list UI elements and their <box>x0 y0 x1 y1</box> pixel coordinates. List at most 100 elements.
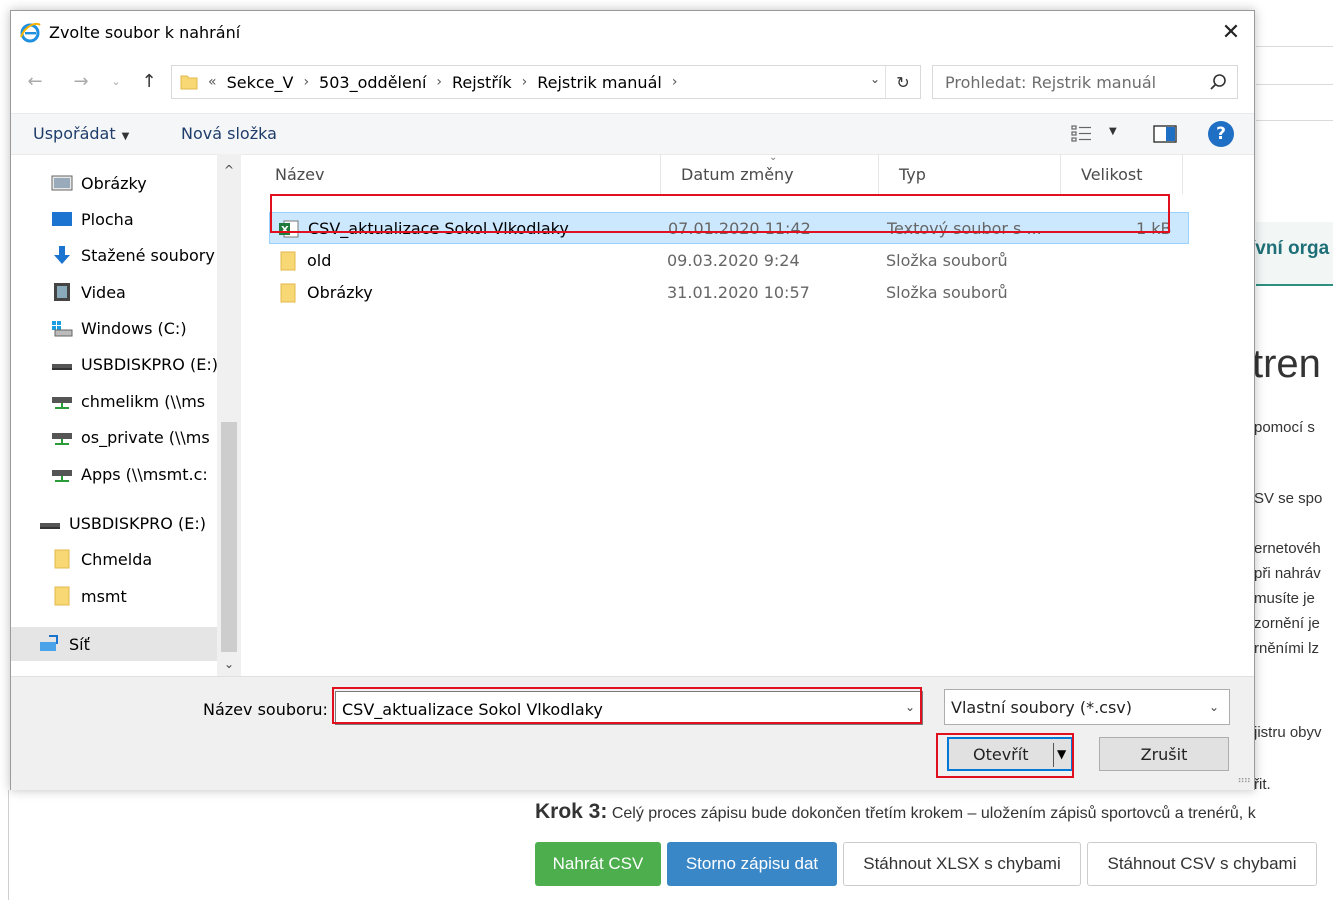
internet-explorer-icon <box>20 22 41 43</box>
chevron-right-icon[interactable]: › <box>522 74 528 90</box>
step3-text: Krok 3: Celý proces zápisu bude dokončen… <box>535 800 1256 824</box>
navigation-tree: Obrázky Plocha Stažené soubory Videa Win… <box>11 154 241 676</box>
arrow-left-icon: ← <box>27 70 43 92</box>
file-type: Složka souborů <box>886 283 1008 302</box>
file-size: 1 kB <box>1136 219 1172 238</box>
tree-item-label: USBDISKPRO (E:) <box>81 354 218 374</box>
windows-drive-icon <box>52 321 73 337</box>
scroll-down-icon[interactable]: ⌄ <box>217 652 241 676</box>
arrow-up-icon: ↑ <box>141 70 157 92</box>
download-icon <box>54 246 70 264</box>
download-csv-errors-button[interactable]: Stáhnout CSV s chybami <box>1087 842 1317 886</box>
bg-text-fragment: ernetovéh <box>1254 540 1321 557</box>
drive-icon <box>40 523 60 529</box>
tree-scrollbar[interactable]: ^ ⌄ <box>217 154 241 676</box>
search-placeholder: Prohledat: Rejstrik manuál <box>945 72 1157 92</box>
column-header-size[interactable]: Velikost <box>1061 154 1183 194</box>
close-button[interactable]: ✕ <box>1208 11 1254 53</box>
navigation-bar: ← → ⌄ ↑ « Sekce_V › 503_oddělení › Rejst… <box>11 61 1254 101</box>
scroll-up-icon[interactable]: ^ <box>217 158 241 182</box>
up-button[interactable]: ↑ <box>135 67 163 95</box>
chevron-right-icon[interactable]: › <box>436 74 442 90</box>
breadcrumb-overflow[interactable]: « <box>208 74 217 90</box>
preview-pane-icon[interactable] <box>1153 125 1177 143</box>
search-icon <box>1210 74 1226 90</box>
forward-button[interactable]: → <box>67 67 95 95</box>
breadcrumb-item[interactable]: 503_oddělení <box>319 73 426 92</box>
close-icon: ✕ <box>1221 19 1241 45</box>
tree-item-label: Windows (C:) <box>81 318 187 338</box>
desktop-icon <box>52 212 72 226</box>
tree-item-label: Obrázky <box>81 173 147 193</box>
column-header-name[interactable]: Název <box>255 154 661 194</box>
split-divider <box>1053 743 1054 767</box>
folder-icon <box>54 586 70 606</box>
caret-down-icon[interactable]: ▼ <box>1057 747 1066 761</box>
scrollbar-thumb[interactable] <box>221 422 237 652</box>
view-dropdown-icon[interactable]: ▼ <box>1109 126 1117 137</box>
arrow-right-icon: → <box>73 70 89 92</box>
breadcrumb-item[interactable]: Rejstrik manuál <box>537 73 662 92</box>
breadcrumb-item[interactable]: Sekce_V <box>227 73 294 92</box>
organize-label: Uspořádat <box>33 124 116 143</box>
cancel-entry-button[interactable]: Storno zápisu dat <box>667 842 837 886</box>
open-button[interactable]: Otevřít ▼ <box>947 737 1073 771</box>
file-list: Název Datum změny Typ Velikost ⌄ X CSV_a… <box>255 152 1240 676</box>
tree-item-label: chmelikm (\\ms <box>81 391 206 411</box>
file-date: 31.01.2020 10:57 <box>667 283 810 302</box>
file-type-filter[interactable]: Vlastní soubory (*.csv) ⌄ <box>944 689 1230 725</box>
command-bar: Uspořádat ▼ Nová složka ▼ ? <box>11 113 1254 155</box>
chevron-down-icon[interactable]: ⌄ <box>905 700 915 714</box>
network-drive-icon <box>52 470 72 482</box>
sort-chevron-icon: ⌄ <box>769 152 778 163</box>
folder-icon <box>280 251 296 271</box>
upload-csv-button[interactable]: Nahrát CSV <box>535 842 661 886</box>
svg-text:X: X <box>281 225 289 236</box>
file-row[interactable]: Obrázky 31.01.2020 10:57 Složka souborů <box>269 277 1189 309</box>
bg-text-fragment: musíte je <box>1254 590 1315 607</box>
refresh-button[interactable]: ↻ <box>885 66 920 98</box>
dialog-title: Zvolte soubor k nahrání <box>49 23 241 42</box>
network-drive-icon <box>52 433 72 445</box>
chevron-right-icon[interactable]: › <box>303 74 309 90</box>
drive-icon <box>52 364 72 370</box>
file-date: 09.03.2020 9:24 <box>667 251 800 270</box>
file-name: Obrázky <box>307 283 373 302</box>
back-button[interactable]: ← <box>21 67 49 95</box>
caret-down-icon: ▼ <box>121 131 130 142</box>
dialog-footer: Název souboru: CSV_aktualizace Sokol Vlk… <box>11 676 1254 790</box>
file-row[interactable]: X CSV_aktualizace Sokol Vlkodlaky 07.01.… <box>269 212 1189 244</box>
organize-menu[interactable]: Uspořádat ▼ <box>33 124 129 143</box>
tree-item-label: Síť <box>69 634 90 654</box>
file-type: Složka souborů <box>886 251 1008 270</box>
dialog-titlebar[interactable]: Zvolte soubor k nahrání ✕ <box>11 11 1254 53</box>
open-button-label: Otevřít <box>973 745 1029 764</box>
tree-item-label: Plocha <box>81 209 134 229</box>
download-xlsx-errors-button[interactable]: Stáhnout XLSX s chybami <box>843 842 1081 886</box>
recent-locations-button[interactable]: ⌄ <box>107 67 125 95</box>
pictures-icon <box>51 175 73 191</box>
filter-value: Vlastní soubory (*.csv) <box>951 698 1132 717</box>
refresh-icon: ↻ <box>896 72 910 92</box>
bg-text-fragment: zornění je <box>1254 615 1320 632</box>
bg-divider <box>1256 84 1333 85</box>
bg-section-band: ívní orga <box>1250 222 1333 286</box>
resize-grip-icon[interactable]: ⠶⠶ <box>1237 775 1251 786</box>
new-folder-button[interactable]: Nová složka <box>181 124 277 143</box>
chevron-right-icon[interactable]: › <box>672 74 678 90</box>
address-bar[interactable]: « Sekce_V › 503_oddělení › Rejstřík › Re… <box>171 65 921 99</box>
address-dropdown-icon[interactable]: ⌄ <box>870 72 880 86</box>
search-input[interactable]: Prohledat: Rejstrik manuál <box>932 65 1238 99</box>
breadcrumb-item[interactable]: Rejstřík <box>452 73 512 92</box>
tree-item-network[interactable]: Síť <box>11 627 217 661</box>
step3-description: Celý proces zápisu bude dokončen třetím … <box>611 805 1256 822</box>
file-row[interactable]: old 09.03.2020 9:24 Složka souborů <box>269 245 1189 277</box>
chevron-down-icon: ⌄ <box>1208 700 1219 714</box>
file-name: CSV_aktualizace Sokol Vlkodlaky <box>308 219 569 238</box>
tree-item-usb-drive[interactable]: USBDISKPRO (E:) <box>39 506 245 540</box>
view-options-icon[interactable] <box>1071 125 1093 143</box>
filename-input[interactable]: CSV_aktualizace Sokol Vlkodlaky <box>335 691 923 725</box>
help-icon[interactable]: ? <box>1208 121 1234 147</box>
cancel-button[interactable]: Zrušit <box>1099 737 1229 771</box>
column-header-type[interactable]: Typ <box>879 154 1061 194</box>
